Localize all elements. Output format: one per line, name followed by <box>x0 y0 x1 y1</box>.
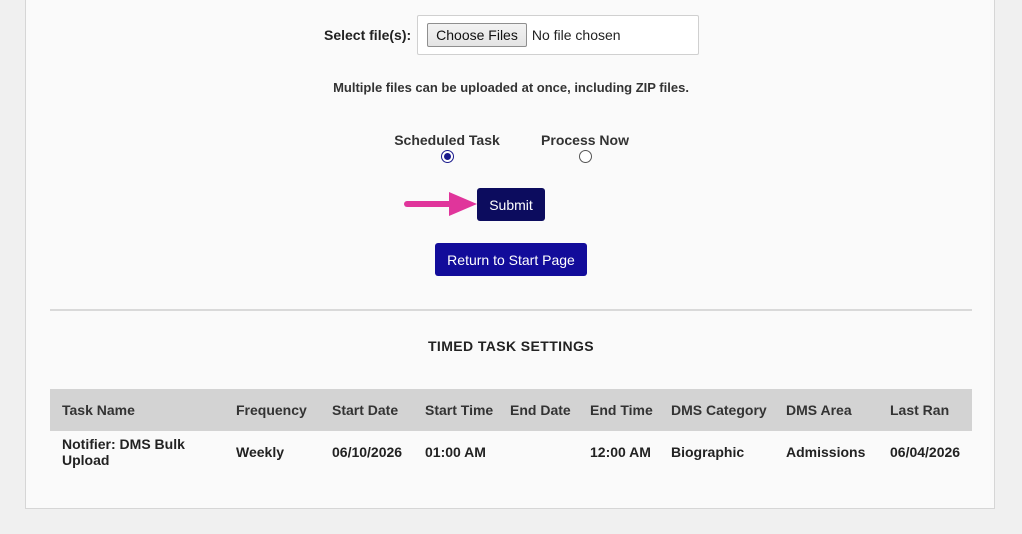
scheduled-task-option[interactable]: Scheduled Task <box>394 132 500 166</box>
start-date-cell: 06/10/2026 <box>332 444 403 460</box>
end-date-cell <box>498 431 578 473</box>
scheduled-task-label: Scheduled Task <box>394 132 500 148</box>
return-to-start-button[interactable]: Return to Start Page <box>435 243 587 276</box>
task-name-cell: Notifier: DMS Bulk Upload <box>62 436 185 468</box>
column-header: DMS Area <box>774 389 878 431</box>
frequency-cell: Weekly <box>236 444 284 460</box>
upload-hint: Multiple files can be uploaded at once, … <box>333 80 689 95</box>
process-now-label: Process Now <box>541 132 629 148</box>
column-header: Task Name <box>50 389 224 431</box>
process-now-radio[interactable] <box>578 150 592 163</box>
last-ran-cell: 06/04/2026 <box>890 444 961 460</box>
column-header: End Date <box>498 389 578 431</box>
file-select-label: Select file(s): <box>324 27 412 43</box>
column-header: Last Ran <box>878 389 972 431</box>
column-header: Start Time <box>413 389 498 431</box>
table-header-row: Task Name Frequency Start Date Start Tim… <box>50 389 972 431</box>
submit-button[interactable]: Submit <box>477 188 545 221</box>
column-header: Start Date <box>320 389 413 431</box>
scheduled-task-radio[interactable] <box>440 150 454 163</box>
no-file-chosen-text: No file chosen <box>531 27 621 43</box>
timed-task-table: Task Name Frequency Start Date Start Tim… <box>50 389 972 473</box>
end-time-cell: 12:00 AM <box>590 444 651 460</box>
timed-task-settings-title: TIMED TASK SETTINGS <box>427 338 594 354</box>
file-input[interactable]: Choose Files No file chosen <box>417 15 700 55</box>
choose-files-button[interactable]: Choose Files <box>427 23 527 47</box>
column-header: Frequency <box>224 389 320 431</box>
start-time-cell: 01:00 AM <box>425 444 486 460</box>
column-header: DMS Category <box>659 389 774 431</box>
process-now-option[interactable]: Process Now <box>538 132 632 166</box>
table-row: Notifier: DMS Bulk Upload Weekly 06/10/2… <box>50 431 972 473</box>
pointer-arrow-icon <box>404 192 477 216</box>
column-header: End Time <box>578 389 659 431</box>
section-divider <box>50 309 972 311</box>
file-select-row: Select file(s): Choose Files No file cho… <box>324 14 700 56</box>
upload-panel: Select file(s): Choose Files No file cho… <box>25 0 995 509</box>
dms-area-cell: Admissions <box>786 444 866 460</box>
dms-category-cell: Biographic <box>671 444 745 460</box>
